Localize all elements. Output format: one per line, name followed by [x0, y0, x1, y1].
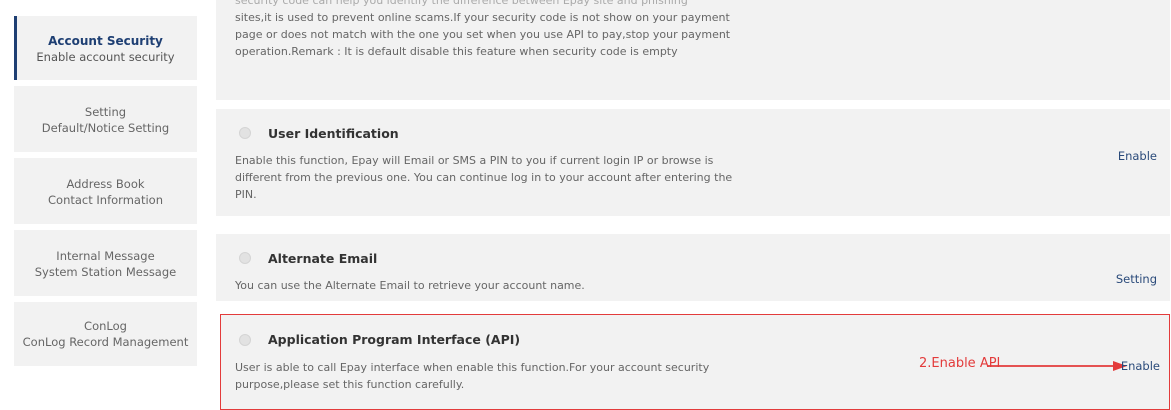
- sidebar-item-title: Account Security: [48, 34, 163, 48]
- sidebar-nav: Account Security Enable account security…: [14, 16, 197, 366]
- user-identification-panel: User Identification Enable this function…: [216, 109, 1170, 216]
- security-code-panel: security code can help you identify the …: [216, 0, 1170, 100]
- alternate-email-panel: Alternate Email You can use the Alternat…: [216, 234, 1170, 301]
- sidebar-item-account-security[interactable]: Account Security Enable account security: [14, 16, 197, 80]
- sidebar-item-setting[interactable]: Setting Default/Notice Setting: [14, 86, 197, 152]
- sidebar-item-conlog[interactable]: ConLog ConLog Record Management: [14, 302, 197, 366]
- panel-description: Enable this function, Epay will Email or…: [235, 154, 733, 201]
- sidebar-item-subtitle: Default/Notice Setting: [41, 121, 170, 135]
- panel-description: You can use the Alternate Email to retri…: [235, 279, 585, 292]
- sidebar-item-subtitle: System Station Message: [34, 265, 177, 279]
- enable-api-link[interactable]: Enable: [1121, 359, 1160, 373]
- sidebar-item-internal-message[interactable]: Internal Message System Station Message: [14, 230, 197, 296]
- security-code-description: security code can help you identify the …: [235, 0, 755, 60]
- setting-link[interactable]: Setting: [1116, 272, 1157, 286]
- sidebar-item-subtitle: ConLog Record Management: [22, 335, 189, 349]
- security-code-body: sites,it is used to prevent online scams…: [235, 11, 731, 58]
- enable-link[interactable]: Enable: [1118, 149, 1157, 163]
- sidebar-item-subtitle: Enable account security: [36, 50, 175, 64]
- sidebar-item-address-book[interactable]: Address Book Contact Information: [14, 158, 197, 224]
- sidebar-item-title: ConLog: [84, 319, 127, 333]
- sidebar-item-title: Internal Message: [56, 249, 155, 263]
- sidebar-item-title: Address Book: [66, 177, 145, 191]
- account-settings-page: Account Security Enable account security…: [0, 0, 1171, 410]
- radio-icon[interactable]: [239, 252, 251, 264]
- sidebar-item-title: Setting: [84, 105, 127, 119]
- panel-title: Alternate Email: [268, 251, 378, 266]
- api-panel: Application Program Interface (API) User…: [220, 314, 1170, 410]
- radio-icon[interactable]: [239, 334, 251, 346]
- security-code-faded-line: security code can help you identify the …: [235, 0, 688, 7]
- sidebar-item-subtitle: Contact Information: [48, 193, 163, 207]
- radio-icon[interactable]: [239, 127, 251, 139]
- panel-description: User is able to call Epay interface when…: [235, 361, 710, 391]
- arrow-right-icon: [987, 361, 1127, 371]
- panel-title: User Identification: [268, 126, 399, 141]
- panel-title: Application Program Interface (API): [268, 332, 521, 347]
